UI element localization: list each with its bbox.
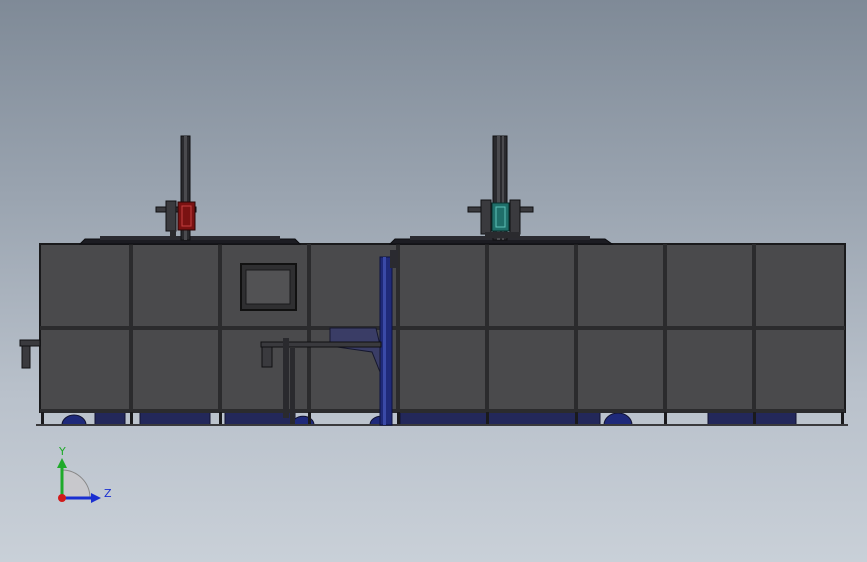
y-axis-arrowhead (57, 458, 67, 468)
x-axis-origin (58, 494, 66, 502)
top-covers (78, 236, 614, 245)
gantry-right (467, 135, 534, 241)
gantry-left (155, 135, 197, 241)
cad-graphics-viewport[interactable]: Y Z (0, 0, 867, 562)
machine-model-view[interactable]: Y Z (0, 0, 867, 562)
z-axis-arrowhead (91, 493, 101, 503)
enclosure (36, 243, 848, 426)
inspection-window (240, 263, 297, 311)
z-axis-label: Z (104, 487, 112, 500)
y-axis-label: Y (58, 445, 66, 458)
axis-triad[interactable]: Y Z (57, 445, 112, 503)
machine-base (61, 411, 797, 426)
triad-plane (61, 469, 91, 499)
